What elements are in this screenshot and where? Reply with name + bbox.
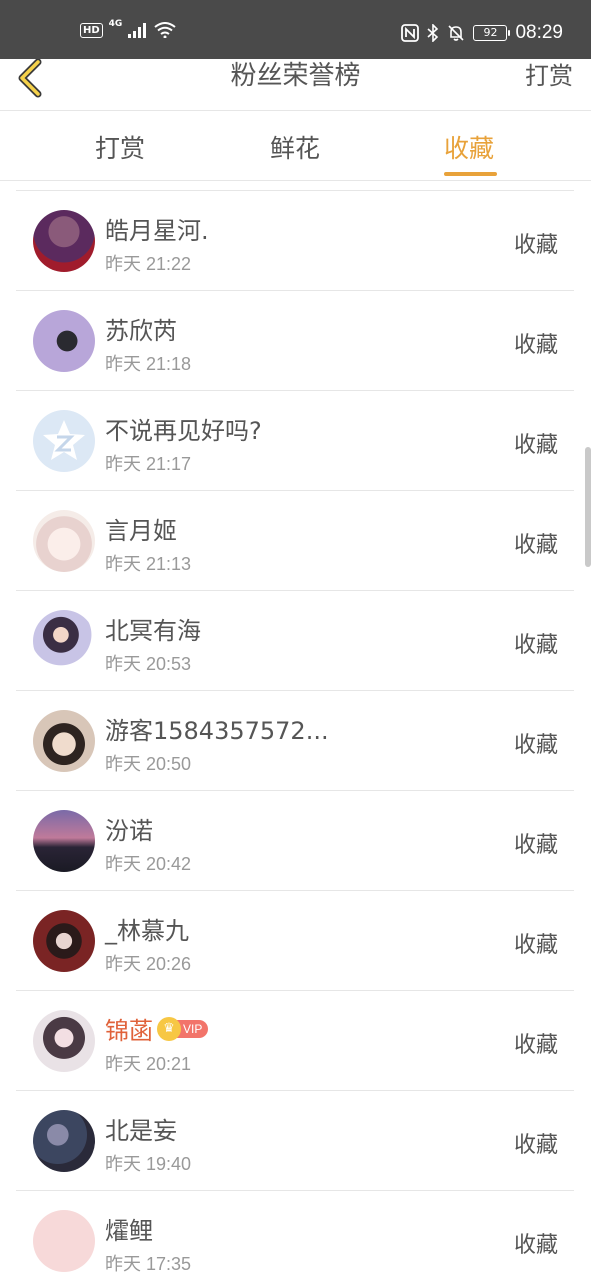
user-name: 北是妄 (105, 1117, 177, 1145)
list-item[interactable]: 游客1584357572... 昨天 20:50 收藏 (16, 691, 574, 791)
vip-badge: ♛ VIP (157, 1016, 209, 1041)
list-item[interactable]: 汾诺 昨天 20:42 收藏 (16, 791, 574, 891)
tab-active-indicator (444, 172, 497, 176)
timestamp: 昨天 20:42 (105, 854, 192, 874)
page-title: 粉丝荣誉榜 (230, 61, 361, 91)
timestamp: 昨天 19:40 (105, 1154, 192, 1174)
list-item[interactable]: 北是妄 昨天 19:40 收藏 (16, 1091, 574, 1191)
reward-button[interactable]: 打赏 (525, 59, 573, 93)
timestamp: 昨天 21:17 (105, 454, 192, 474)
signal-icon (128, 23, 147, 38)
avatar[interactable] (33, 210, 95, 272)
list-divider (16, 181, 574, 191)
list-item[interactable]: 㸌鲤 昨天 17:35 收藏 (16, 1191, 574, 1280)
timestamp: 昨天 20:53 (105, 654, 192, 674)
list-item[interactable]: 苏欣芮 昨天 21:18 收藏 (16, 291, 574, 391)
tab-reward[interactable]: 打赏 (95, 129, 145, 165)
action-label: 收藏 (513, 1233, 558, 1258)
user-name: 苏欣芮 (105, 317, 177, 345)
avatar[interactable] (33, 610, 95, 672)
status-left: HD 4G (80, 19, 176, 38)
avatar[interactable] (33, 1210, 95, 1272)
user-name: 皓月星河. (105, 217, 209, 245)
action-label: 收藏 (513, 433, 558, 458)
avatar[interactable] (33, 910, 95, 972)
avatar[interactable] (33, 710, 95, 772)
action-label: 收藏 (513, 733, 558, 758)
user-name: 北冥有海 (105, 617, 201, 645)
timestamp: 昨天 20:26 (105, 954, 192, 974)
mute-bell-icon (448, 25, 465, 41)
list-item[interactable]: 锦菡 ♛ VIP 昨天 20:21 收藏 (16, 991, 574, 1091)
wifi-icon (154, 22, 176, 38)
timestamp: 昨天 21:18 (105, 354, 192, 374)
status-right: 92 08:29 (401, 22, 563, 44)
action-label: 收藏 (513, 633, 558, 658)
nfc-icon (401, 24, 420, 42)
list-item[interactable]: 不说再见好吗? 昨天 21:17 收藏 (16, 391, 574, 491)
action-label: 收藏 (513, 1033, 558, 1058)
tab-bar: 打赏 鲜花 收藏 (0, 111, 591, 181)
user-name: 言月姬 (105, 517, 177, 545)
scrollbar[interactable] (585, 447, 591, 567)
action-label: 收藏 (513, 233, 558, 258)
list-item[interactable]: 言月姬 昨天 21:13 收藏 (16, 491, 574, 591)
header-bar: 粉丝荣誉榜 打赏 (0, 58, 591, 111)
user-name: 汾诺 (105, 817, 153, 845)
user-name: 锦菡 (105, 1017, 153, 1045)
bluetooth-icon (427, 24, 439, 42)
crown-icon: ♛ (157, 1016, 181, 1041)
avatar[interactable] (33, 1110, 95, 1172)
timestamp: 昨天 20:50 (105, 754, 192, 774)
status-bar: HD 4G 92 08:29 (0, 0, 591, 59)
avatar[interactable] (33, 810, 95, 872)
avatar[interactable] (33, 1010, 95, 1072)
list-item[interactable]: _林慕九 昨天 20:26 收藏 (16, 891, 574, 991)
list-item[interactable]: 北冥有海 昨天 20:53 收藏 (16, 591, 574, 691)
avatar[interactable] (33, 510, 95, 572)
avatar[interactable] (33, 310, 95, 372)
action-label: 收藏 (513, 333, 558, 358)
network-type: 4G (108, 19, 123, 29)
user-name: 㸌鲤 (105, 1217, 153, 1245)
hd-badge: HD (80, 22, 103, 38)
fan-list: 皓月星河. 昨天 21:22 收藏 苏欣芮 昨天 21:18 收藏 不说再见好吗… (16, 181, 574, 1280)
user-name: 不说再见好吗? (105, 417, 262, 445)
action-label: 收藏 (513, 933, 558, 958)
action-label: 收藏 (513, 833, 558, 858)
action-label: 收藏 (513, 1133, 558, 1158)
default-avatar-icon (43, 420, 85, 460)
avatar[interactable] (33, 410, 95, 472)
user-name: 游客1584357572... (105, 717, 329, 745)
tab-collect[interactable]: 收藏 (444, 129, 494, 165)
list-item[interactable]: 皓月星河. 昨天 21:22 收藏 (16, 191, 574, 291)
clock: 08:29 (515, 22, 563, 43)
action-label: 收藏 (513, 533, 558, 558)
timestamp: 昨天 21:22 (105, 254, 192, 274)
user-name: _林慕九 (105, 917, 189, 945)
battery-indicator: 92 (473, 25, 511, 41)
timestamp: 昨天 20:21 (105, 1054, 192, 1074)
timestamp: 昨天 21:13 (105, 554, 192, 574)
timestamp: 昨天 17:35 (105, 1254, 192, 1274)
tab-flowers[interactable]: 鲜花 (270, 129, 320, 165)
